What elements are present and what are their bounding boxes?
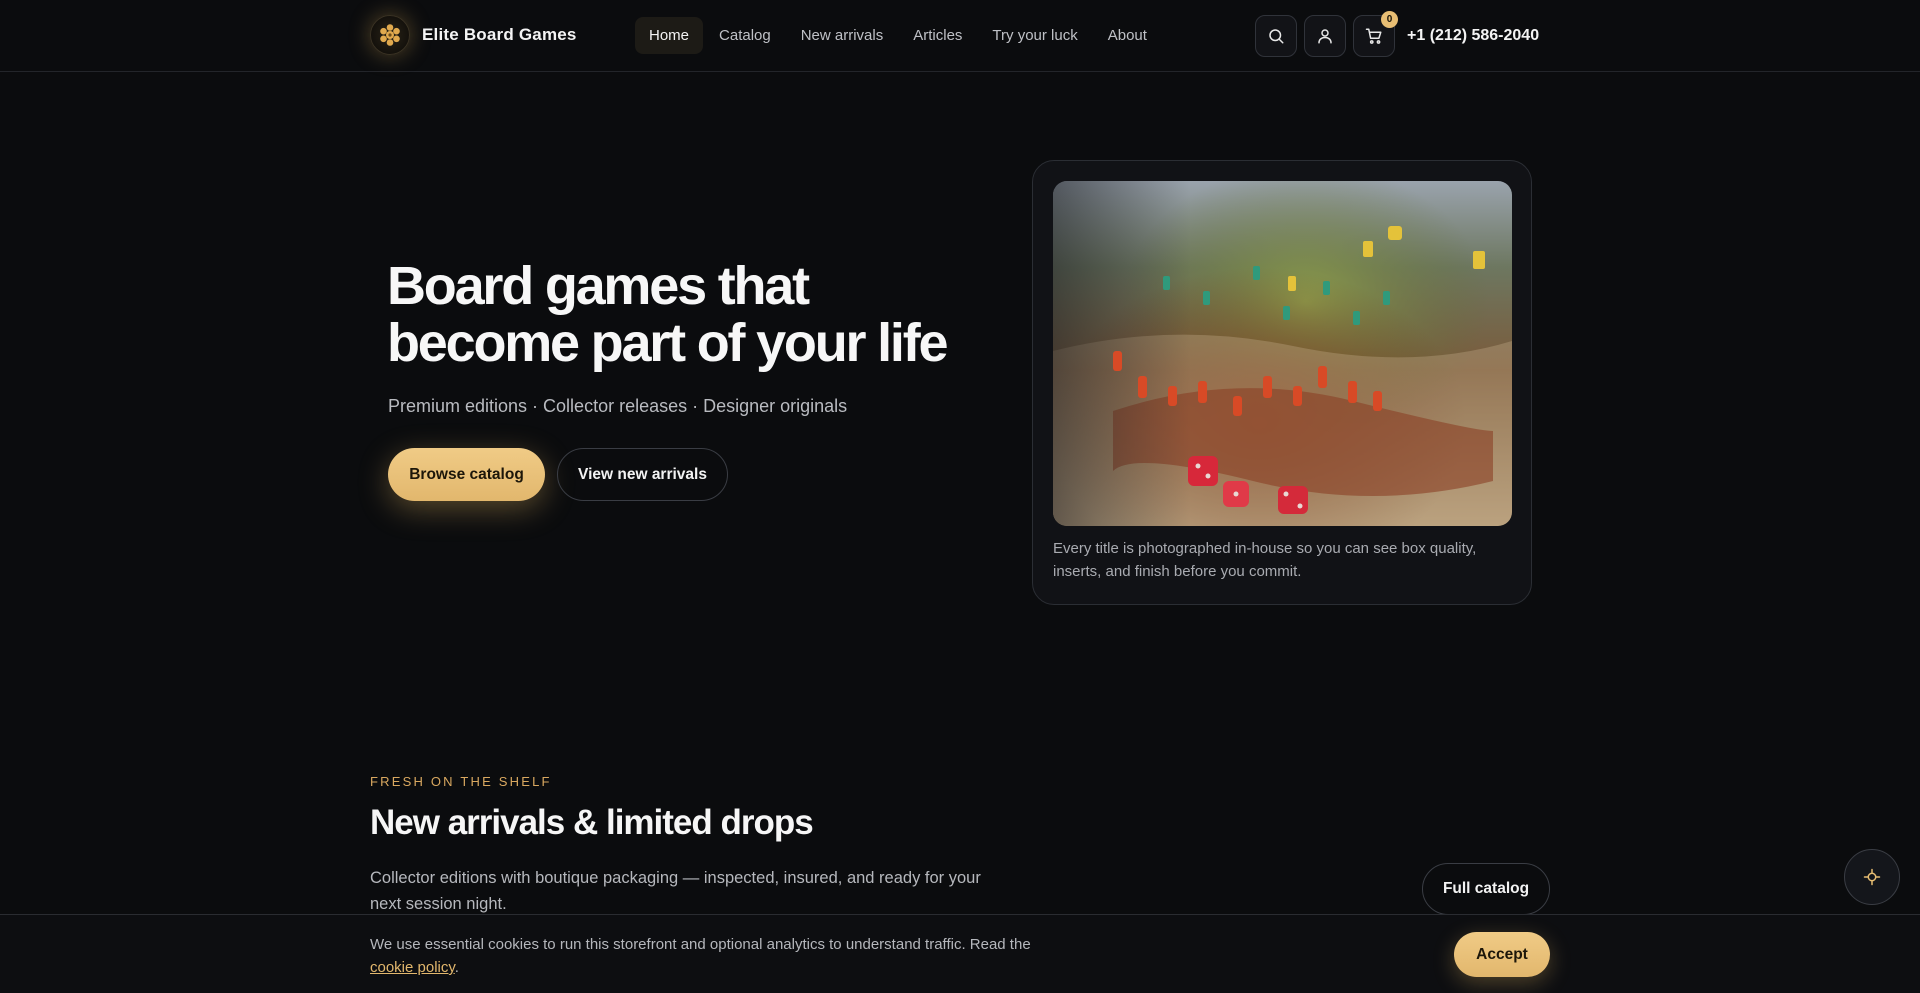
section-title: New arrivals & limited drops xyxy=(370,803,814,842)
hero-subtitle: Premium editions · Collector releases · … xyxy=(388,396,848,416)
logo-icon xyxy=(370,15,410,55)
cart-count-badge: 0 xyxy=(1381,11,1398,28)
cookie-policy-link[interactable]: cookie policy xyxy=(370,959,455,976)
cookie-suffix: . xyxy=(454,959,459,976)
account-button[interactable] xyxy=(1304,15,1346,57)
hero-caption: Every title is photographed in-house so … xyxy=(1053,540,1477,580)
board-game-photo xyxy=(1053,181,1512,526)
site-header: Elite Board Games Home Catalog New arriv… xyxy=(0,0,1920,72)
hero-title: Board games that become part of your lif… xyxy=(387,256,949,373)
full-catalog-button[interactable]: Full catalog xyxy=(1422,863,1550,915)
search-button[interactable] xyxy=(1255,15,1297,57)
cookie-message: We use essential cookies to run this sto… xyxy=(370,936,1031,953)
cookie-banner: We use essential cookies to run this sto… xyxy=(0,914,1920,993)
hero-card: Every title is photographed in-house so … xyxy=(1032,160,1532,605)
nav-new-arrivals[interactable]: New arrivals xyxy=(787,17,898,54)
view-new-arrivals-button[interactable]: View new arrivals xyxy=(557,448,728,501)
browse-catalog-button[interactable]: Browse catalog xyxy=(388,448,545,501)
brand-name: Elite Board Games xyxy=(422,25,577,44)
search-icon xyxy=(1269,29,1284,44)
nav-catalog[interactable]: Catalog xyxy=(705,17,785,54)
main-nav: Home Catalog New arrivals Articles Try y… xyxy=(635,17,1161,54)
accept-cookies-button[interactable]: Accept xyxy=(1454,932,1550,977)
user-icon xyxy=(1318,29,1332,44)
nav-articles[interactable]: Articles xyxy=(899,17,976,54)
crosshair-icon xyxy=(1863,868,1881,886)
nav-home[interactable]: Home xyxy=(635,17,704,54)
brand[interactable]: Elite Board Games xyxy=(370,15,577,55)
phone-number[interactable]: +1 (212) 586-2040 xyxy=(1407,27,1539,45)
header-actions: 0 +1 (212) 586-2040 xyxy=(1255,11,1539,57)
nav-about[interactable]: About xyxy=(1094,17,1161,54)
cart-button[interactable]: 0 xyxy=(1353,11,1398,57)
section-eyebrow: FRESH ON THE SHELF xyxy=(370,774,552,789)
floating-action-button[interactable] xyxy=(1844,849,1900,905)
cart-icon xyxy=(1365,28,1382,44)
nav-try-your-luck[interactable]: Try your luck xyxy=(978,17,1091,54)
section-description: Collector editions with boutique packagi… xyxy=(370,869,981,913)
cookie-text: We use essential cookies to run this sto… xyxy=(370,933,1070,979)
